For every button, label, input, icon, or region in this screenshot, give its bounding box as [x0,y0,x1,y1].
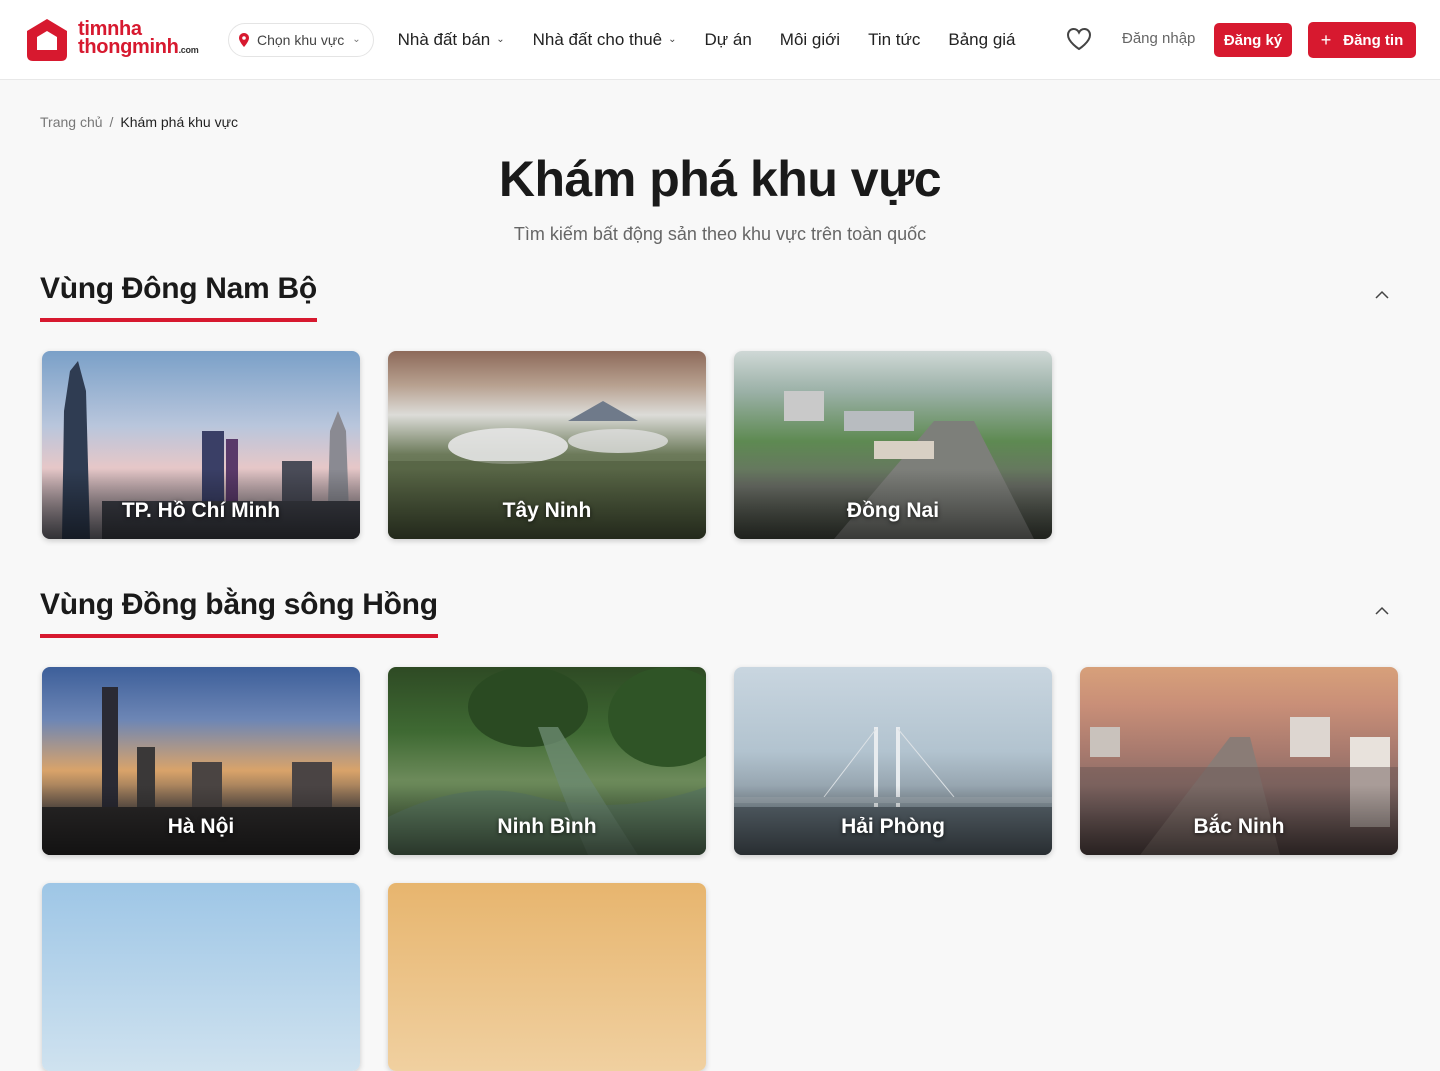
chevron-down-icon: ⌄ [668,34,677,45]
plus-icon: + [1320,30,1332,50]
region-card-label: Tây Ninh [502,499,592,522]
site-header: timnha thongminh.com Chọn khu vực ⌄ Nhà … [0,0,1440,80]
chevron-up-icon[interactable] [1372,288,1392,302]
region-card-ninh-binh[interactable]: Ninh Bình [388,667,706,855]
section-title: Vùng Đồng bằng sông Hồng [40,588,438,638]
heart-icon[interactable] [1066,27,1092,51]
nav-item-label: Tin tức [868,29,921,49]
region-card-ho-chi-minh[interactable]: TP. Hồ Chí Minh [42,351,360,539]
region-card-label: Ninh Bình [497,815,597,838]
region-card-hai-phong[interactable]: Hải Phòng [734,667,1052,855]
chevron-up-icon[interactable] [1372,604,1392,618]
nav-item-brokers[interactable]: Môi giới [780,30,840,50]
region-card-tay-ninh[interactable]: Tây Ninh [388,351,706,539]
region-card-dong-nai[interactable]: Đồng Nai [734,351,1052,539]
region-card-partial[interactable] [42,883,360,1071]
nav-item-prices[interactable]: Bảng giá [948,30,1015,50]
nav-item-label: Bảng giá [948,29,1016,49]
nav-item-rent[interactable]: Nhà đất cho thuê ⌄ [533,30,677,50]
section-title: Vùng Đông Nam Bộ [40,272,317,322]
breadcrumb-home[interactable]: Trang chủ [40,114,103,130]
brand-line2: thongminh.com [78,36,199,59]
brand-line2-text: thongminh [78,36,179,58]
nav-item-projects[interactable]: Dự án [705,30,752,50]
nav-item-label: Nhà đất bán [397,29,491,49]
main-nav: Nhà đất bán ⌄ Nhà đất cho thuê ⌄ Dự án M… [398,30,1016,50]
region-card-bac-ninh[interactable]: Bắc Ninh [1080,667,1398,855]
region-card-label: Đồng Nai [846,499,940,522]
register-button[interactable]: Đăng ký [1214,23,1292,57]
region-card-label: Hà Nội [167,815,235,838]
section-header: Vùng Đông Nam Bộ [40,272,317,322]
brand-suffix: .com [178,45,199,55]
region-card-label: Bắc Ninh [1193,815,1285,838]
region-card-label: Hải Phòng [841,815,945,838]
nav-item-sale[interactable]: Nhà đất bán ⌄ [398,30,505,50]
nav-item-label: Dự án [704,29,752,49]
chevron-down-icon: ⌄ [496,34,505,45]
breadcrumb-separator: / [109,114,114,130]
page-subtitle: Tìm kiếm bất động sản theo khu vực trên … [513,224,927,244]
region-card-label: TP. Hồ Chí Minh [121,499,281,522]
brand-logo[interactable]: timnha thongminh.com [24,17,214,63]
region-select[interactable]: Chọn khu vực ⌄ [228,22,374,57]
region-select-label: Chọn khu vực [257,31,345,48]
nav-item-label: Môi giới [779,29,841,49]
chevron-down-icon: ⌄ [352,34,361,45]
logo-house-icon [27,18,67,61]
breadcrumb-current: Khám phá khu vực [120,114,238,130]
location-pin-icon [239,32,249,47]
breadcrumb: Trang chủ / Khám phá khu vực [40,114,238,130]
page-title: Khám phá khu vực [498,151,942,207]
nav-item-label: Nhà đất cho thuê [532,29,663,49]
brand-wordmark: timnha thongminh.com [78,19,199,59]
section-header: Vùng Đồng bằng sông Hồng [40,588,438,638]
login-link[interactable]: Đăng nhập [1122,30,1195,47]
nav-item-news[interactable]: Tin tức [868,30,920,50]
post-listing-label: Đăng tin [1343,31,1404,49]
region-card-ha-noi[interactable]: Hà Nội [42,667,360,855]
region-card-partial[interactable] [388,883,706,1071]
post-listing-button[interactable]: + Đăng tin [1308,22,1416,58]
